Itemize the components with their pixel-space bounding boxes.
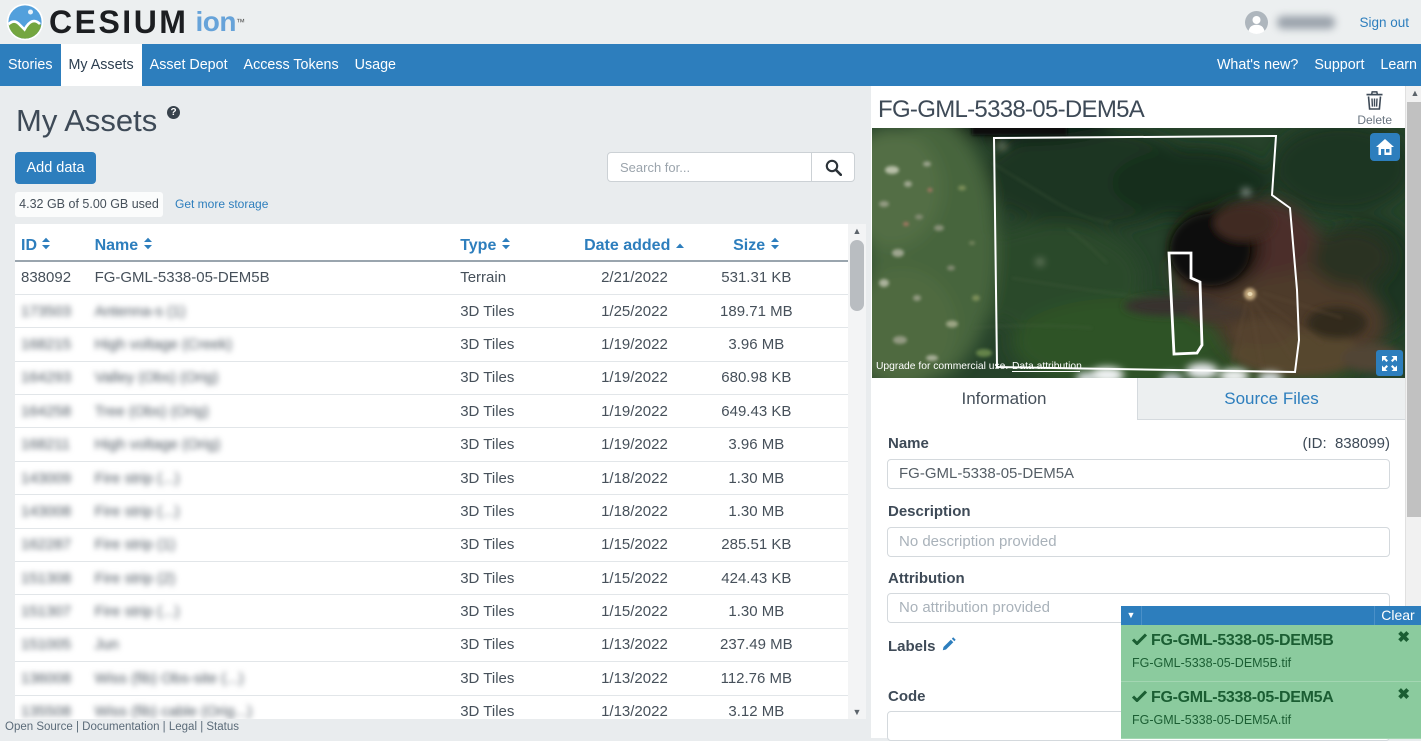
svg-text:Data attribution: Data attribution	[1012, 361, 1082, 372]
svg-text:Upgrade for commercial use.: Upgrade for commercial use.	[876, 361, 1008, 372]
